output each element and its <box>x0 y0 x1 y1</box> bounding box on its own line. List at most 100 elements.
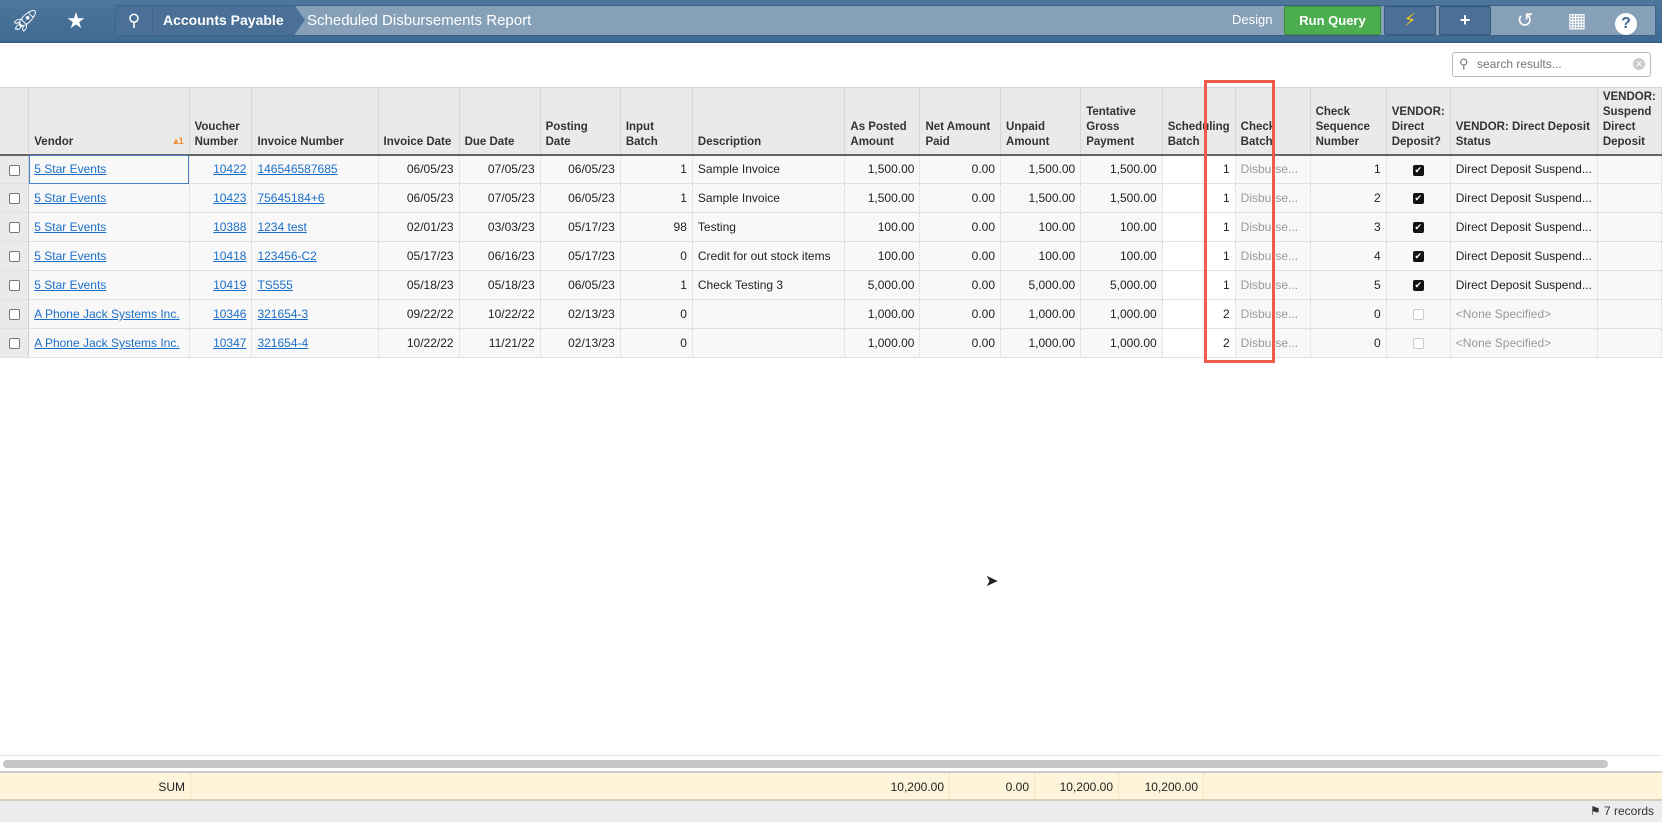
column-header[interactable]: Check Sequence Number <box>1310 87 1387 156</box>
column-header[interactable]: Due Date <box>459 87 541 156</box>
row-checkbox[interactable] <box>8 164 20 176</box>
column-header-label: VENDOR: Direct Deposit Status <box>1455 120 1590 148</box>
table-row[interactable]: A Phone Jack Systems Inc. 10347 321654-4 10… <box>0 328 1662 358</box>
row-checkbox[interactable] <box>8 193 20 205</box>
extra-cell <box>1597 328 1662 358</box>
table-row[interactable]: 5 Star Events 10422 146546587685 06/05/23 07… <box>0 154 1662 184</box>
run-query-button[interactable]: Run Query <box>1284 6 1381 35</box>
breadcrumb-module[interactable]: Accounts Payable <box>153 6 305 35</box>
row-checkbox-cell[interactable] <box>0 212 30 242</box>
table-row[interactable]: 5 Star Events 10419 TS555 05/18/23 05/18/23 0… <box>0 270 1662 300</box>
direct-deposit-cell <box>1386 299 1451 329</box>
column-header[interactable]: Net Amount Paid <box>919 87 1002 156</box>
row-checkbox-cell[interactable] <box>0 270 30 300</box>
column-header[interactable]: VENDOR: Direct Deposit Status <box>1450 87 1598 156</box>
design-link[interactable]: Design <box>1232 12 1272 27</box>
history-icon[interactable]: ↺ <box>1510 8 1540 33</box>
column-header[interactable]: Check Batch <box>1235 87 1311 156</box>
voucher-link[interactable]: 10388 <box>213 220 246 234</box>
check-seq-cell: 0 <box>1310 328 1387 358</box>
column-header[interactable]: Scheduling Batch <box>1162 87 1236 156</box>
invoice-link[interactable]: 146546587685 <box>257 162 337 176</box>
invoice-cell: 1234 test <box>251 212 379 242</box>
invoice-link[interactable]: 123456-C2 <box>257 249 316 263</box>
vendor-link[interactable]: 5 Star Events <box>34 162 106 176</box>
vendor-link[interactable]: A Phone Jack Systems Inc. <box>34 307 179 321</box>
as-posted-cell: 1,000.00 <box>844 328 921 358</box>
column-header[interactable]: VENDOR: Suspend Direct Deposit <box>1597 87 1662 156</box>
row-checkbox[interactable] <box>8 280 20 292</box>
vendor-link[interactable]: 5 Star Events <box>34 220 106 234</box>
description-cell: Testing <box>692 212 846 242</box>
vendor-link[interactable]: A Phone Jack Systems Inc. <box>34 336 179 350</box>
voucher-link[interactable]: 10419 <box>213 278 246 292</box>
tentative-cell: 100.00 <box>1080 241 1163 271</box>
voucher-link[interactable]: 10347 <box>213 336 246 350</box>
vendor-link[interactable]: 5 Star Events <box>34 191 106 205</box>
table-row[interactable]: 5 Star Events 10388 1234 test 02/01/23 03/03… <box>0 212 1662 242</box>
row-checkbox-cell[interactable] <box>0 154 30 184</box>
column-header[interactable]: Posting Date <box>540 87 621 156</box>
column-header[interactable]: Unpaid Amount <box>1000 87 1082 156</box>
column-header[interactable]: VENDOR: Direct Deposit? <box>1386 87 1451 156</box>
help-icon[interactable]: ? <box>1611 8 1641 35</box>
as-posted-cell: 100.00 <box>844 212 921 242</box>
input-batch-cell: 0 <box>620 299 693 329</box>
table-row[interactable]: 5 Star Events 10418 123456-C2 05/17/23 06/16… <box>0 241 1662 271</box>
horizontal-scrollbar[interactable] <box>0 755 1662 771</box>
due-date-cell: 07/05/23 <box>459 154 541 184</box>
row-checkbox-cell[interactable] <box>0 183 30 213</box>
extra-cell <box>1597 183 1662 213</box>
row-checkbox[interactable] <box>8 309 20 321</box>
check-batch-cell: Disburse... <box>1235 328 1311 358</box>
table-row[interactable]: 5 Star Events 10423 75645184+6 06/05/23 07/0… <box>0 183 1662 213</box>
column-header[interactable]: Voucher Number <box>189 87 253 156</box>
checked-checkbox-icon: ✔ <box>1412 193 1424 205</box>
invoice-link[interactable]: 321654-3 <box>257 307 308 321</box>
invoice-link[interactable]: TS555 <box>257 278 292 292</box>
row-checkbox-cell[interactable] <box>0 328 30 358</box>
column-header[interactable]: Tentative Gross Payment <box>1080 87 1163 156</box>
plus-icon[interactable]: + <box>1439 6 1491 35</box>
clear-icon[interactable]: ✕ <box>1633 58 1645 70</box>
vendor-link[interactable]: 5 Star Events <box>34 278 106 292</box>
search-icon: ⚲ <box>1459 56 1469 71</box>
unpaid-cell: 1,500.00 <box>1000 183 1082 213</box>
voucher-link[interactable]: 10418 <box>213 249 246 263</box>
row-checkbox[interactable] <box>8 251 20 263</box>
column-header[interactable]: As Posted Amount <box>844 87 921 156</box>
invoice-link[interactable]: 321654-4 <box>257 336 308 350</box>
sum-net-paid: 0.00 <box>950 773 1035 801</box>
search-results-field[interactable]: ⚲ ✕ <box>1452 52 1651 77</box>
voucher-link[interactable]: 10346 <box>213 307 246 321</box>
vendor-link[interactable]: 5 Star Events <box>34 249 106 263</box>
vendor-cell: 5 Star Events <box>28 183 190 213</box>
search-results-input[interactable] <box>1477 57 1627 71</box>
column-header-label: Input Batch <box>625 120 658 148</box>
checked-checkbox-icon: ✔ <box>1412 280 1424 292</box>
invoice-cell: 321654-3 <box>251 299 379 329</box>
column-header[interactable]: Invoice Number <box>251 87 379 156</box>
column-header[interactable]: Input Batch <box>620 87 693 156</box>
voucher-link[interactable]: 10423 <box>213 191 246 205</box>
scrollbar-thumb[interactable] <box>3 760 1608 768</box>
rocket-icon[interactable]: 🚀︎ <box>10 8 40 34</box>
column-header[interactable]: Invoice Date <box>378 87 460 156</box>
invoice-link[interactable]: 1234 test <box>257 220 306 234</box>
sort-ascending-icon[interactable]: ⩓1 <box>174 134 184 149</box>
star-icon[interactable]: ★ <box>61 8 91 34</box>
dd-status-cell: Direct Deposit Suspend... <box>1450 154 1598 184</box>
invoice-link[interactable]: 75645184+6 <box>257 191 324 205</box>
column-header[interactable]: Vendor ⩓1 <box>28 87 190 156</box>
grid-icon[interactable]: ▦ <box>1562 8 1592 33</box>
voucher-link[interactable]: 10422 <box>213 162 246 176</box>
row-checkbox[interactable] <box>8 222 20 234</box>
row-checkbox-cell[interactable] <box>0 241 30 271</box>
vendor-cell: 5 Star Events <box>28 154 190 184</box>
search-icon[interactable]: ⚲ <box>116 6 153 35</box>
column-header[interactable]: Description <box>692 87 846 156</box>
row-checkbox-cell[interactable] <box>0 299 30 329</box>
lightning-icon[interactable]: ⚡︎ <box>1384 6 1436 35</box>
row-checkbox[interactable] <box>8 338 20 350</box>
table-row[interactable]: A Phone Jack Systems Inc. 10346 321654-3 09… <box>0 299 1662 329</box>
